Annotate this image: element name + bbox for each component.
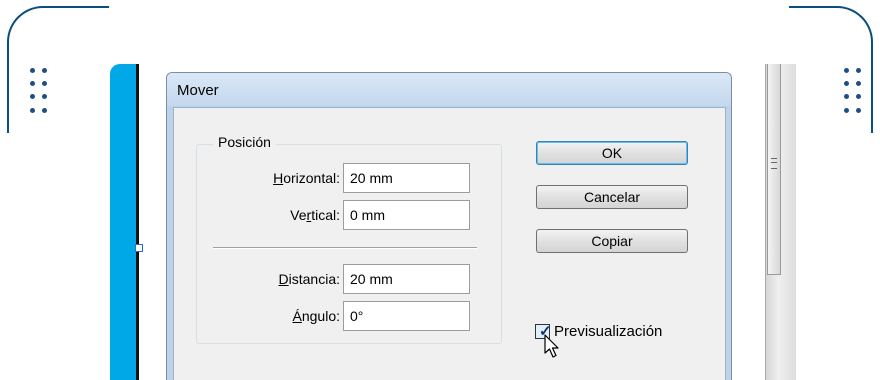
dialog-title: Mover [177,82,219,99]
mouse-cursor-icon [544,334,559,358]
vertical-input[interactable] [343,200,470,230]
preview-label[interactable]: Previsualización [554,323,662,340]
selected-object-stripe [110,64,136,380]
angle-input[interactable] [343,301,470,331]
dialog-body: Posición Horizontal: Vertical: Distancia… [173,107,726,380]
scrollbar-grip-icon [771,158,777,169]
angle-label: Ángulo: [292,308,341,324]
distance-input[interactable] [343,264,470,294]
position-group-label: Posición [213,134,276,150]
frame-corner-top-left [7,6,109,133]
copy-button[interactable]: Copiar [536,229,688,253]
vertical-label: Vertical: [290,207,340,223]
distance-label: Distancia: [278,271,340,287]
ok-button[interactable]: OK [536,141,688,165]
group-separator [213,247,477,249]
horizontal-input[interactable] [343,163,470,193]
dot-grid-left [30,68,52,128]
move-dialog: Mover Posición Horizontal: Vertical: Dis… [166,72,732,380]
selection-handle[interactable] [135,244,143,252]
vertical-scrollbar[interactable] [765,64,796,380]
horizontal-label: Horizontal: [273,170,340,186]
app-screenshot: Mover Posición Horizontal: Vertical: Dis… [110,64,796,380]
cancel-button[interactable]: Cancelar [536,185,688,209]
dot-grid-right [844,68,866,128]
scrollbar-thumb[interactable] [767,64,781,275]
dialog-titlebar: Mover [167,73,731,106]
position-group: Posición Horizontal: Vertical: Distancia… [196,134,502,344]
